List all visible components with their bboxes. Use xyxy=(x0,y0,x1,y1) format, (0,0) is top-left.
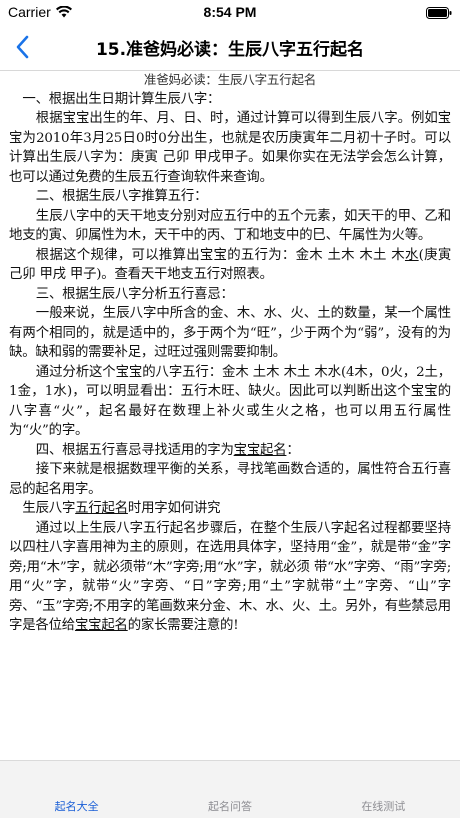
battery-icon xyxy=(426,6,452,22)
five-elements-naming-link[interactable]: 五行起名 xyxy=(75,501,128,516)
article-content[interactable]: 准爸妈必读：生辰八字五行起名 一、根据出生日期计算生辰八字： 根据宝宝出生的年、… xyxy=(9,70,451,760)
tab-label: 起名大全 xyxy=(54,801,99,813)
tab-naming-qa[interactable]: 起名问答 xyxy=(153,761,306,818)
paragraph-7: 通过以上生辰八字五行起名步骤后，在整个生辰八字起名过程都要坚持以四柱八字喜用神为… xyxy=(9,519,451,636)
tab-online-test[interactable]: 在线测试 xyxy=(307,761,460,818)
paragraph-3-mark: 水 xyxy=(404,247,419,263)
section-heading-4-text: 四、根据五行喜忌寻找适用的字为 xyxy=(35,442,234,458)
page-title: 15.准爸妈必读：生辰八字五行起名 xyxy=(95,40,365,60)
chevron-left-icon xyxy=(16,35,29,59)
section-heading-4-end: ： xyxy=(286,442,300,458)
section-heading-4: 四、根据五行喜忌寻找适用的字为宝宝起名： xyxy=(9,441,451,461)
baby-naming-link[interactable]: 宝宝起名 xyxy=(234,443,287,458)
section-heading-5-end: 时用字如何讲究 xyxy=(127,501,221,516)
tab-naming-encyclopedia[interactable]: 起名大全 xyxy=(0,761,153,818)
paragraph-7-text: 通过以上生辰八字五行起名步骤后，在整个生辰八字起名过程都要坚持以四柱八字喜用神为… xyxy=(9,520,451,634)
tab-label: 在线测试 xyxy=(361,801,406,813)
back-button[interactable] xyxy=(6,30,38,64)
paragraph-5: 通过分析这个宝宝的八字五行：金木 土木 木土 木水(4木，0火，2土，1金，1水… xyxy=(9,364,451,439)
tab-bar: 起名大全 起名问答 在线测试 xyxy=(0,760,460,818)
paragraph-3-text: 根据这个规律，可以推算出宝宝的五行为：金木 土木 木土 木 xyxy=(35,247,405,263)
section-heading-5-text: 生辰八字 xyxy=(22,501,76,516)
paragraph-4: 一般来说，生辰八字中所含的金、木、水、火、土的数量，某一个属性有两个相同的，就是… xyxy=(9,306,451,360)
tab-label: 起名问答 xyxy=(207,801,252,813)
paragraph-2: 生辰八字中的天干地支分别对应五行中的五个元素，如天干的甲、乙和地支的寅、卯属性为… xyxy=(9,208,451,244)
paragraph-3: 根据这个规律，可以推算出宝宝的五行为：金木 土木 木土 木水(庚寅 己卯 甲戌 … xyxy=(9,246,451,285)
status-bar: Carrier 8:54 PM xyxy=(0,0,460,24)
status-time: 8:54 PM xyxy=(203,4,257,20)
article-subtitle: 准爸妈必读：生辰八字五行起名 xyxy=(143,72,317,87)
section-heading-5: 生辰八字五行起名时用字如何讲究 xyxy=(9,499,451,519)
navigation-bar: 15.准爸妈必读：生辰八字五行起名 xyxy=(0,24,460,71)
section-heading-3: 三、根据生辰八字分析五行喜忌： xyxy=(35,286,234,302)
section-heading-1: 一、根据出生日期计算生辰八字： xyxy=(22,91,221,107)
paragraph-1: 根据宝宝出生的年、月、日、时，通过计算可以得到生辰八字。例如宝宝为2010年3月… xyxy=(9,111,451,185)
baby-naming-link-2[interactable]: 宝宝起名 xyxy=(75,618,128,633)
paragraph-7-end: 的家长需要注意的! xyxy=(127,618,239,633)
section-heading-2: 二、根据生辰八字推算五行： xyxy=(35,189,208,204)
paragraph-6: 接下来就是根据数理平衡的关系，寻找笔画数合适的，属性符合五行喜忌的起名用字。 xyxy=(9,462,451,497)
